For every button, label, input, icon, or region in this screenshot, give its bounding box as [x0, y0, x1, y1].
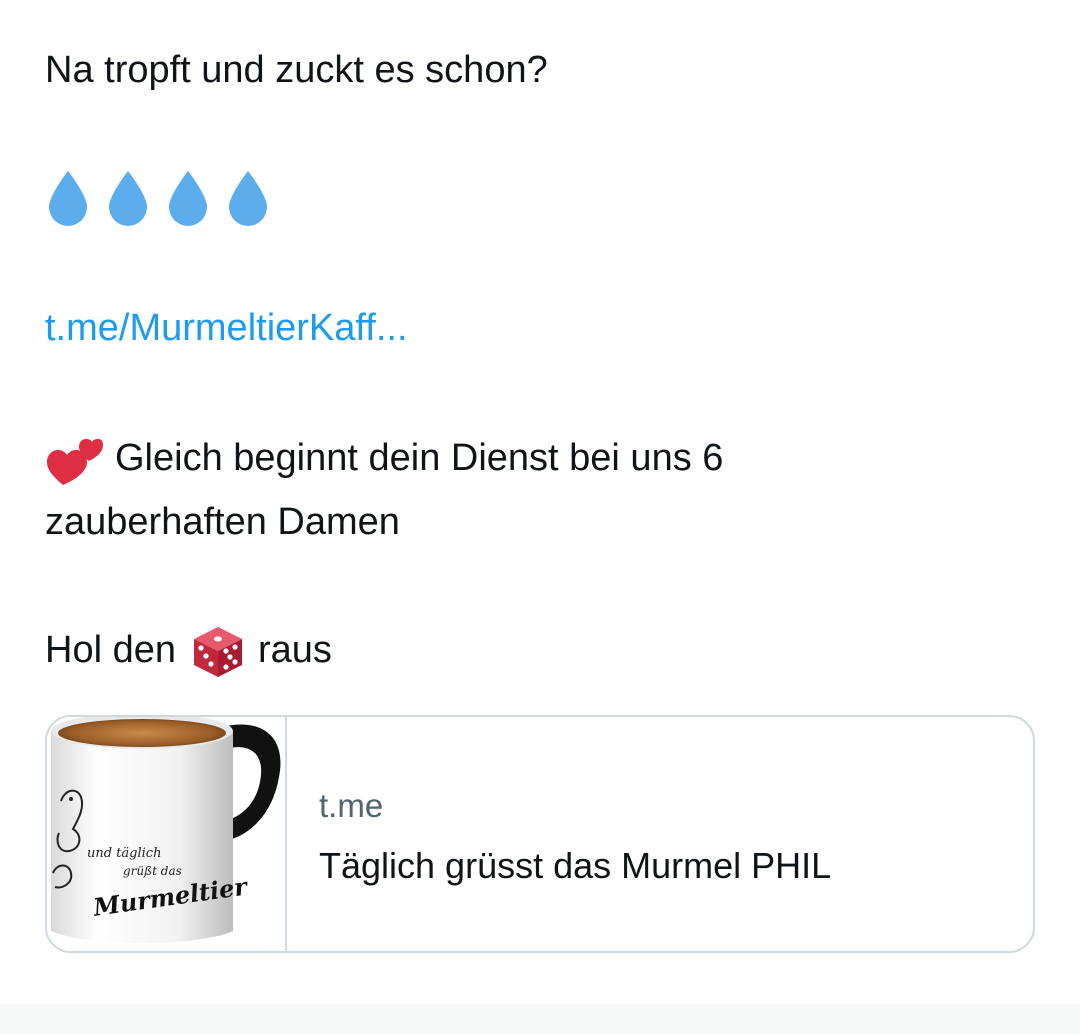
droplet-icon [45, 169, 91, 227]
droplets-row [45, 168, 271, 228]
tweet-line-text: Gleich beginnt dein Dienst bei uns 6 [115, 437, 724, 479]
tweet-line-text: Hol den [45, 629, 176, 671]
tweet-line: Gleich beginnt dein Dienst bei uns 6 [45, 428, 723, 489]
card-title[interactable]: Täglich grüsst das Murmel PHIL [319, 845, 831, 887]
card-thumbnail: und täglich grüßt das Murmeltier [47, 717, 287, 951]
tweet-line: Na tropft und zuckt es schon? [45, 49, 548, 91]
tweet-line-text: raus [257, 629, 332, 671]
two-hearts-icon [45, 431, 103, 489]
tweet-line: zauberhaften Damen [45, 501, 400, 543]
telegram-link[interactable]: t.me/MurmeltierKaff... [45, 298, 408, 358]
droplet-icon [105, 169, 151, 227]
tweet-line: Hol den raus [45, 620, 332, 680]
svg-text:grüßt das: grüßt das [123, 864, 182, 878]
card-domain: t.me [319, 787, 384, 824]
coffee-mug-image: und täglich grüßt das Murmeltier [47, 717, 285, 951]
link-preview-card[interactable]: und täglich grüßt das Murmeltier t.me Tä… [45, 715, 1035, 953]
droplet-icon [165, 169, 211, 227]
bottom-divider [0, 1004, 1080, 1034]
droplet-icon [225, 169, 271, 227]
svg-text:und täglich: und täglich [87, 846, 161, 861]
card-body[interactable]: t.me Täglich grüsst das Murmel PHIL [319, 717, 1013, 951]
game-die-icon [190, 624, 246, 680]
